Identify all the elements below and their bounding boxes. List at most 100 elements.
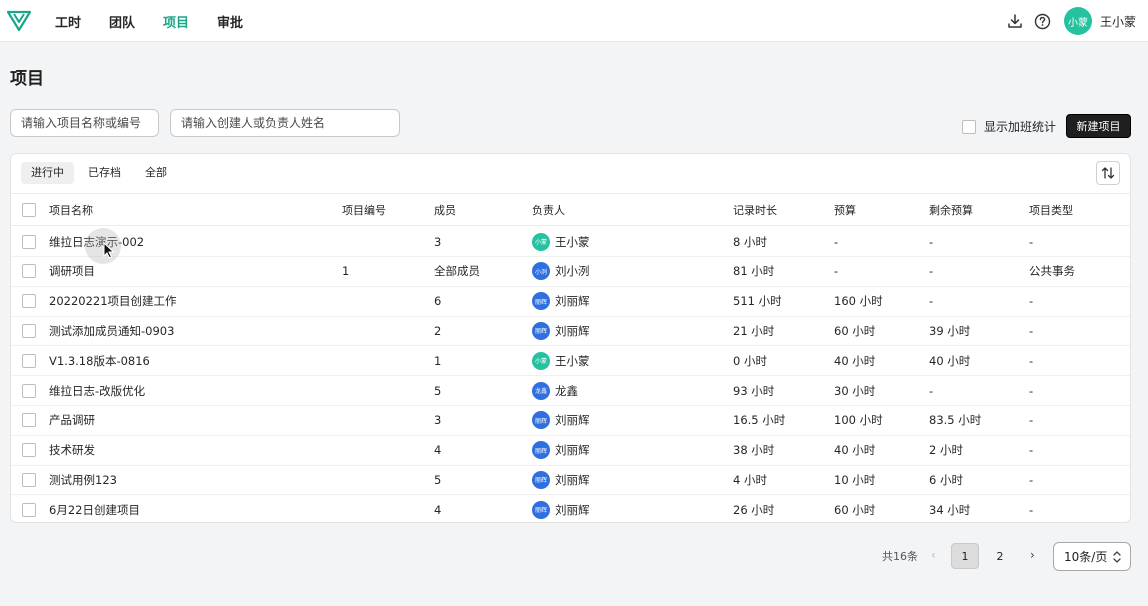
owner-avatar: 丽辉 <box>532 292 550 311</box>
table-row[interactable]: 维拉日志-改版优化 5 93 小时 30 小时 - - 龙鑫 龙鑫 <box>11 376 1130 406</box>
owner-name: 刘丽辉 <box>555 413 590 428</box>
header-code[interactable]: 项目编号 <box>342 194 386 225</box>
project-owner: 小蒙 王小蒙 <box>532 346 590 375</box>
user-avatar[interactable]: 小蒙 <box>1063 7 1092 35</box>
page-size-select[interactable]: 10条/页 <box>1053 542 1131 571</box>
table-row[interactable]: 维拉日志演示-002 3 8 小时 - - - 小蒙 王小蒙 <box>11 227 1130 257</box>
project-budget: 100 小时 <box>834 413 883 428</box>
nav-item-projects[interactable]: 项目 <box>163 12 189 31</box>
project-budget: 40 小时 <box>834 443 876 458</box>
tab-archived[interactable]: 已存档 <box>78 162 131 184</box>
row-checkbox[interactable] <box>22 264 36 279</box>
new-project-button[interactable]: 新建项目 <box>1066 114 1131 138</box>
row-select-cell <box>22 495 36 522</box>
row-checkbox[interactable] <box>22 472 36 487</box>
header-remaining[interactable]: 剩余预算 <box>929 194 973 225</box>
table-row[interactable]: V1.3.18版本-0816 1 0 小时 40 小时 40 小时 - 小蒙 王小蒙 <box>11 346 1130 377</box>
owner-name: 刘小洌 <box>555 264 590 279</box>
header-members[interactable]: 成员 <box>434 194 456 225</box>
row-select-cell <box>22 287 36 316</box>
row-select-cell <box>22 436 36 465</box>
project-members: 3 <box>434 234 442 249</box>
owner-avatar: 丽辉 <box>532 321 550 340</box>
page-2-button[interactable]: 2 <box>986 543 1014 569</box>
nav-item-approval[interactable]: 审批 <box>217 12 243 31</box>
project-name[interactable]: 6月22日创建项目 <box>49 495 140 522</box>
chevron-left-icon[interactable]: ‹ <box>931 548 936 562</box>
project-name[interactable]: V1.3.18版本-0816 <box>49 346 150 375</box>
table-row[interactable]: 测试用例123 5 4 小时 10 小时 6 小时 - 丽辉 刘丽辉 <box>11 465 1130 496</box>
project-hours: 4 小时 <box>733 472 767 487</box>
overtime-label: 显示加班统计 <box>984 120 1057 134</box>
project-code: 1 <box>342 264 350 279</box>
table-row[interactable]: 技术研发 4 38 小时 40 小时 2 小时 - 丽辉 刘丽辉 <box>11 436 1130 466</box>
project-name[interactable]: 维拉日志-改版优化 <box>49 376 145 405</box>
project-owner: 丽辉 刘丽辉 <box>532 406 590 435</box>
project-type: - <box>1029 323 1034 338</box>
project-owner: 丽辉 刘丽辉 <box>532 287 590 316</box>
project-name[interactable]: 调研项目 <box>49 257 95 286</box>
header-type[interactable]: 项目类型 <box>1029 194 1073 225</box>
project-type: - <box>1029 383 1034 398</box>
chevron-right-icon[interactable]: › <box>1030 548 1035 562</box>
row-checkbox[interactable] <box>22 294 36 309</box>
owner-name: 刘丽辉 <box>555 323 590 338</box>
brand-logo-icon[interactable] <box>6 9 32 33</box>
project-name[interactable]: 测试用例123 <box>49 465 117 494</box>
row-checkbox[interactable] <box>22 502 36 517</box>
table-row[interactable]: 调研项目 1 全部成员 81 小时 - - 公共事务 小洌 刘小洌 <box>11 257 1130 287</box>
project-members: 2 <box>434 323 442 338</box>
sort-button[interactable] <box>1096 161 1120 185</box>
row-select-cell <box>22 376 36 405</box>
header-name[interactable]: 项目名称 <box>49 194 93 225</box>
row-checkbox[interactable] <box>22 383 36 398</box>
project-hours: 8 小时 <box>733 234 767 249</box>
project-name[interactable]: 产品调研 <box>49 406 95 435</box>
project-budget: 10 小时 <box>834 472 876 487</box>
page-1-button[interactable]: 1 <box>951 543 979 569</box>
row-checkbox[interactable] <box>22 353 36 368</box>
nav-item-team[interactable]: 团队 <box>109 12 135 31</box>
tab-in-progress[interactable]: 进行中 <box>21 162 74 184</box>
project-budget: 30 小时 <box>834 383 876 398</box>
owner-name: 王小蒙 <box>555 234 590 249</box>
overtime-toggle[interactable]: 显示加班统计 <box>962 118 1056 135</box>
row-checkbox[interactable] <box>22 443 36 458</box>
total-count: 共16条 <box>882 550 918 563</box>
project-type: - <box>1029 472 1034 487</box>
project-hours: 93 小时 <box>733 383 775 398</box>
project-name[interactable]: 技术研发 <box>49 436 95 465</box>
project-budget: 160 小时 <box>834 294 883 309</box>
row-select-cell <box>22 316 36 345</box>
owner-name: 王小蒙 <box>555 353 590 368</box>
user-name[interactable]: 王小蒙 <box>1100 13 1136 30</box>
project-search-input[interactable] <box>10 109 159 137</box>
row-checkbox[interactable] <box>22 323 36 338</box>
project-remaining: 6 小时 <box>929 472 963 487</box>
owner-avatar: 丽辉 <box>532 500 550 519</box>
person-search-input[interactable] <box>170 109 400 137</box>
overtime-checkbox[interactable] <box>962 119 976 134</box>
project-budget: 60 小时 <box>834 502 876 517</box>
project-name[interactable]: 测试添加成员通知-0903 <box>49 316 174 345</box>
row-checkbox[interactable] <box>22 234 36 249</box>
nav-item-timesheet[interactable]: 工时 <box>55 12 81 31</box>
table-row[interactable]: 6月22日创建项目 4 26 小时 60 小时 34 小时 - 丽辉 刘丽辉 <box>11 495 1130 522</box>
main-nav: 工时 团队 项目 审批 <box>55 0 271 42</box>
header-hours[interactable]: 记录时长 <box>733 194 777 225</box>
project-owner: 小蒙 王小蒙 <box>532 227 590 256</box>
table-row[interactable]: 产品调研 3 16.5 小时 100 小时 83.5 小时 - 丽辉 刘丽辉 <box>11 406 1130 436</box>
table-row[interactable]: 测试添加成员通知-0903 2 21 小时 60 小时 39 小时 - 丽辉 刘丽辉 <box>11 316 1130 347</box>
help-icon[interactable] <box>1034 12 1052 30</box>
status-tabs: 进行中 已存档 全部 <box>21 162 181 184</box>
row-checkbox[interactable] <box>22 413 36 428</box>
table-row[interactable]: 20220221项目创建工作 6 511 小时 160 小时 - - 丽辉 刘丽辉 <box>11 287 1130 317</box>
select-all-checkbox[interactable] <box>22 202 36 217</box>
header-budget[interactable]: 预算 <box>834 194 856 225</box>
header-owner[interactable]: 负责人 <box>532 194 565 225</box>
owner-avatar: 小蒙 <box>532 351 550 370</box>
project-name[interactable]: 20220221项目创建工作 <box>49 287 177 316</box>
tab-all[interactable]: 全部 <box>135 162 177 184</box>
row-select-cell <box>22 346 36 375</box>
download-icon[interactable] <box>1006 12 1024 30</box>
